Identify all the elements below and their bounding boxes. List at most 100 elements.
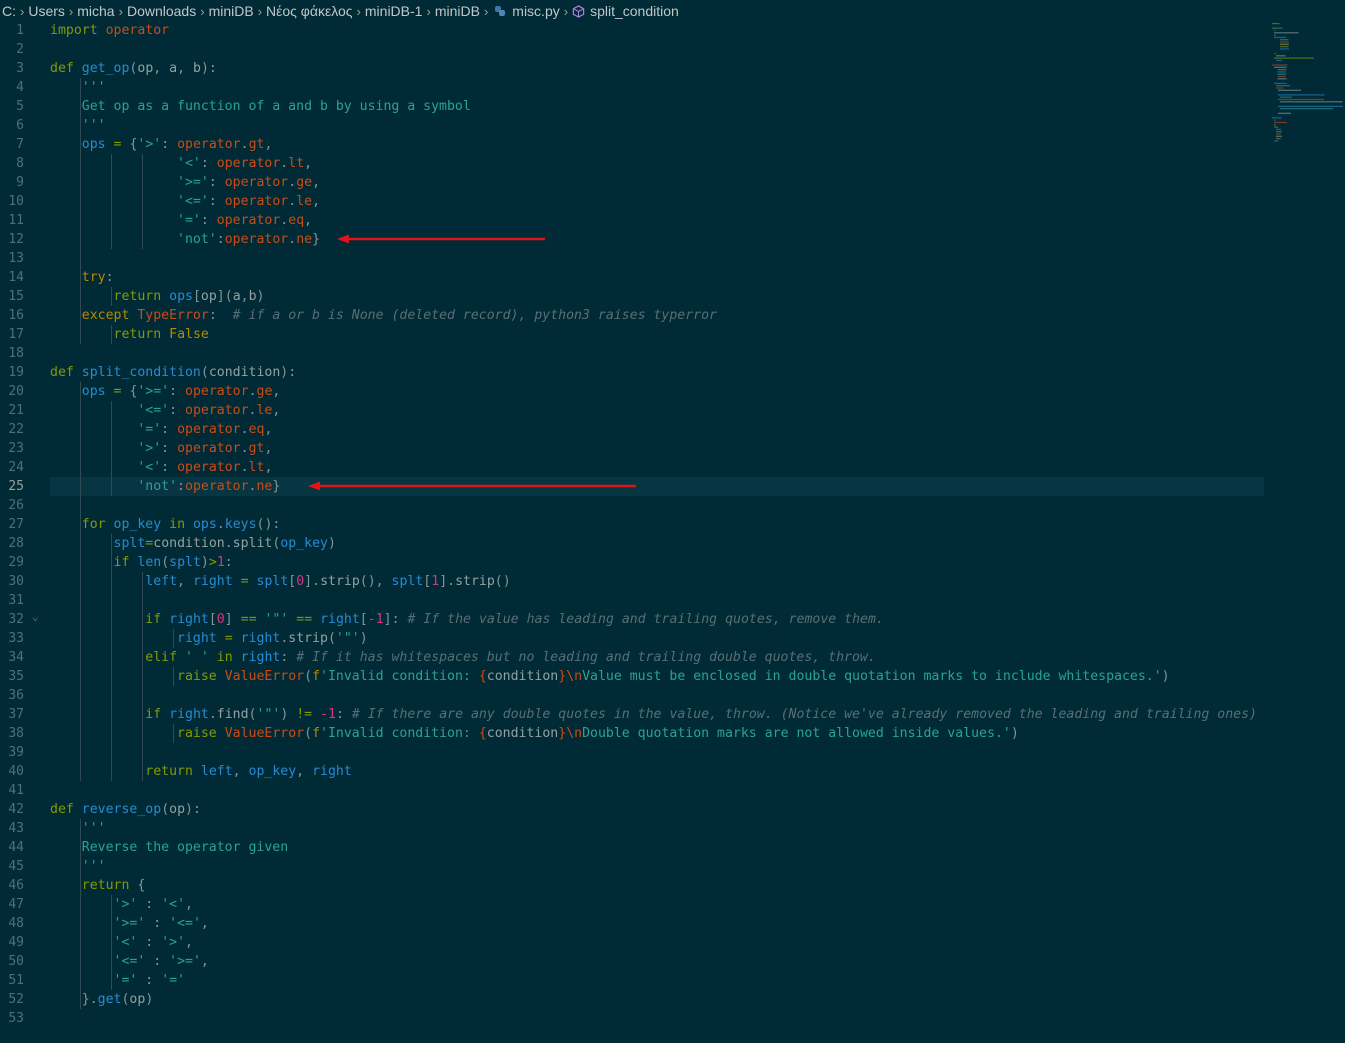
line-number: 26 — [8, 498, 24, 513]
breadcrumb-item[interactable]: miniDB — [207, 3, 256, 19]
code-line[interactable]: 2 — [0, 40, 1265, 59]
code-text: ops = {'>': operator.gt, — [81, 137, 273, 152]
line-number: 1 — [16, 23, 24, 38]
code-line[interactable]: 53 — [0, 1009, 1265, 1028]
code-line[interactable]: 24 '<': operator.lt, — [0, 458, 1265, 477]
code-text: Get op as a function of a and b by using… — [50, 99, 471, 114]
code-line[interactable]: 1 import operator — [0, 21, 1265, 40]
line-number: 50 — [8, 954, 24, 969]
breadcrumb-item[interactable]: Νέος φάκελος — [264, 3, 355, 19]
code-line[interactable]: 19 def split_condition(condition): — [0, 363, 1265, 382]
code-line[interactable]: 9 '>=': operator.ge, — [0, 173, 1265, 192]
chevron-right-icon: › — [356, 3, 361, 19]
breadcrumb-item[interactable]: miniDB-1 — [363, 3, 425, 19]
code-text: def split_condition(condition): — [50, 365, 297, 380]
code-line[interactable]: 22 '=': operator.eq, — [0, 420, 1265, 439]
code-line[interactable]: 31 — [0, 591, 1265, 610]
code-line[interactable]: 16 except TypeError: # if a or b is None… — [0, 306, 1265, 325]
code-line[interactable]: 30 left, right = splt[0].strip(), splt[1… — [0, 572, 1265, 591]
breadcrumb-item[interactable]: miniDB — [433, 3, 482, 19]
code-line[interactable]: 25 'not':operator.ne} — [8, 477, 1264, 496]
code-line[interactable]: 52 }.get(op) — [0, 990, 1265, 1009]
code-text: '<': operator.lt, — [137, 460, 273, 475]
code-line[interactable]: 14 try: — [0, 268, 1265, 287]
indent-guide — [110, 895, 112, 990]
code-text: '>' : '<', — [113, 897, 193, 912]
code-line[interactable]: 51 '=' : '=' — [0, 971, 1265, 990]
breadcrumb-item[interactable]: C: — [0, 3, 18, 19]
code-text: '>=' : '<=', — [113, 916, 209, 931]
code-line[interactable]: 29 if len(splt)>1: — [0, 553, 1265, 572]
code-line[interactable]: 37 if right.find('"') != -1: # If there … — [0, 705, 1265, 724]
line-number: 41 — [8, 783, 24, 798]
code-line[interactable]: 4 ''' — [0, 78, 1265, 97]
minimap[interactable] — [1270, 21, 1345, 151]
code-line[interactable]: 27 for op_key in ops.keys(): — [0, 515, 1265, 534]
code-line[interactable]: 11 '=': operator.eq, — [0, 211, 1265, 230]
line-number: 53 — [8, 1011, 24, 1026]
indent-guide — [141, 154, 143, 249]
code-line[interactable]: 10 '<=': operator.le, — [0, 192, 1265, 211]
indent-guide — [110, 325, 112, 344]
code-text: '<' : '>', — [113, 935, 193, 950]
code-line[interactable]: 48 '>=' : '<=', — [0, 914, 1265, 933]
code-line[interactable]: 26 — [0, 496, 1265, 515]
code-line[interactable]: 39 — [0, 743, 1265, 762]
line-number: 31 — [8, 593, 24, 608]
code-line[interactable]: 36 — [0, 686, 1265, 705]
code-text: if right.find('"') != -1: # If there are… — [145, 707, 1257, 722]
code-text: return { — [81, 878, 146, 893]
code-line[interactable]: 41 — [0, 781, 1265, 800]
code-line[interactable]: 7 ops = {'>': operator.gt, — [0, 135, 1265, 154]
indent-guide — [141, 572, 143, 781]
fold-chevron-icon[interactable]: ⌄ — [32, 610, 39, 623]
chevron-right-icon: › — [563, 3, 569, 19]
code-text: '>': operator.gt, — [137, 441, 273, 456]
breadcrumb-item[interactable]: Users — [26, 3, 67, 19]
code-line[interactable]: 3 def get_op(op, a, b): — [0, 59, 1265, 78]
code-line[interactable]: 43 ''' — [0, 819, 1265, 838]
code-line[interactable]: 28 splt=condition.split(op_key) — [0, 534, 1265, 553]
code-text: '=': operator.eq, — [137, 422, 273, 437]
red-annotation-arrow — [308, 481, 636, 491]
code-text: ''' — [50, 80, 106, 95]
code-line[interactable]: 46 return { — [0, 876, 1265, 895]
code-line[interactable]: 18 — [0, 344, 1265, 363]
breadcrumb-item[interactable]: split_condition — [588, 3, 681, 19]
code-line[interactable]: 44 Reverse the operator given — [0, 838, 1265, 857]
line-number: 6 — [16, 118, 24, 133]
code-text: '<=': operator.le, — [137, 403, 281, 418]
code-text: return left, op_key, right — [145, 764, 352, 779]
code-line[interactable]: 49 '<' : '>', — [0, 933, 1265, 952]
code-line[interactable]: 45 ''' — [0, 857, 1265, 876]
code-line[interactable]: 35 raise ValueError(f'Invalid condition:… — [0, 667, 1265, 686]
line-number: 18 — [8, 346, 24, 361]
code-text: try: — [81, 270, 114, 285]
code-line[interactable]: 15 return ops[op](a,b) — [0, 287, 1265, 306]
code-line[interactable]: 12 'not':operator.ne} — [0, 230, 1265, 249]
code-line[interactable]: 33 right = right.strip('"') — [0, 629, 1265, 648]
code-line[interactable]: 38 raise ValueError(f'Invalid condition:… — [0, 724, 1265, 743]
code-line[interactable]: 21 '<=': operator.le, — [0, 401, 1265, 420]
code-line[interactable]: 8 '<': operator.lt, — [0, 154, 1265, 173]
code-text: return False — [113, 327, 209, 342]
code-editor[interactable]: 1 import operator 2 3 def get_op(op, a, b): 4… — [0, 21, 1345, 1043]
code-line[interactable]: 42 def reverse_op(op): — [0, 800, 1265, 819]
code-line[interactable]: 34 elif ' ' in right: # If it has whites… — [0, 648, 1265, 667]
code-line[interactable]: 20 ops = {'>=': operator.ge, — [0, 382, 1265, 401]
code-line[interactable]: 17 return False — [0, 325, 1265, 344]
breadcrumb-item[interactable]: micha — [75, 3, 116, 19]
code-line[interactable]: 23 '>': operator.gt, — [0, 439, 1265, 458]
code-line[interactable]: 13 — [0, 249, 1265, 268]
code-line[interactable]: 47 '>' : '<', — [0, 895, 1265, 914]
code-line[interactable]: 32 if right[0] == '"' == right[-1]: # If… — [0, 610, 1265, 629]
breadcrumb-item[interactable]: Downloads — [125, 3, 198, 19]
code-line[interactable]: 5 Get op as a function of a and b by usi… — [0, 97, 1265, 116]
code-line[interactable]: 6 ''' — [0, 116, 1265, 135]
line-number: 8 — [16, 156, 24, 171]
code-line[interactable]: 50 '<=' : '>=', — [0, 952, 1265, 971]
breadcrumb-item[interactable]: misc.py — [510, 3, 561, 19]
code-line[interactable]: 40 return left, op_key, right — [0, 762, 1265, 781]
method-symbol-icon — [572, 4, 585, 18]
line-number: 25 — [8, 479, 24, 494]
